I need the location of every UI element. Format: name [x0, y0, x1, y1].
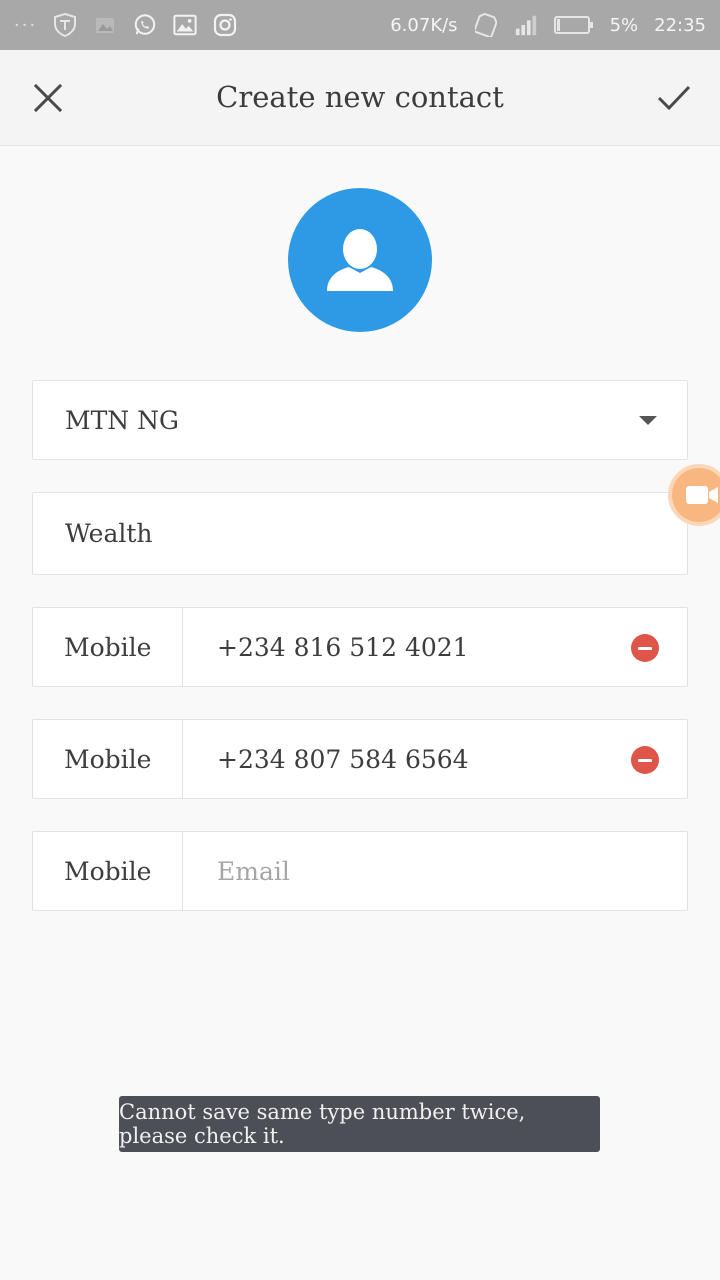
shield-icon [53, 13, 77, 37]
dropdown-arrow-icon [639, 416, 657, 425]
instagram-icon [213, 13, 237, 37]
clock: 22:35 [654, 14, 706, 36]
remove-phone-button[interactable] [631, 746, 659, 774]
minus-icon [638, 758, 652, 762]
whatsapp-icon [133, 13, 157, 37]
error-toast: Cannot save same type number twice, plea… [119, 1096, 600, 1152]
name-value: Wealth [65, 519, 153, 548]
phone-type-selector[interactable]: Mobile [33, 720, 183, 798]
person-icon [327, 229, 393, 291]
page-title: Create new contact [216, 80, 504, 114]
email-input[interactable] [217, 832, 657, 910]
notification-icons: ··· [14, 13, 237, 37]
app-bar: Create new contact [0, 50, 720, 146]
image-icon [173, 13, 197, 37]
sim-icon [474, 13, 498, 37]
signal-icon [514, 13, 538, 37]
battery-percent: 5% [609, 14, 639, 36]
account-value: MTN NG [65, 405, 179, 435]
save-button[interactable] [652, 76, 696, 120]
video-camera-icon [686, 486, 718, 504]
more-notifications-icon: ··· [14, 14, 38, 36]
contact-photo-button[interactable] [288, 188, 432, 332]
system-status: 6.07K/s 5% 22:35 [390, 13, 706, 37]
email-type-selector[interactable]: Mobile [33, 832, 183, 910]
phone-number-field[interactable]: +234 816 512 4021 [217, 608, 469, 686]
account-dropdown[interactable]: MTN NG [32, 380, 688, 460]
phone-type-selector[interactable]: Mobile [33, 608, 183, 686]
battery-icon [553, 13, 594, 37]
check-icon [657, 85, 691, 111]
gallery-app-icon [93, 13, 117, 37]
status-bar: ··· 6.07K/s 5% 22:35 [0, 0, 720, 50]
phone-row: Mobile +234 807 584 6564 [32, 719, 688, 799]
minus-icon [638, 646, 652, 650]
email-row: Mobile [32, 831, 688, 911]
remove-phone-button[interactable] [631, 634, 659, 662]
phone-number-field[interactable]: +234 807 584 6564 [217, 720, 469, 798]
phone-row: Mobile +234 816 512 4021 [32, 607, 688, 687]
name-field[interactable]: Wealth [32, 492, 688, 575]
network-speed: 6.07K/s [390, 14, 458, 36]
